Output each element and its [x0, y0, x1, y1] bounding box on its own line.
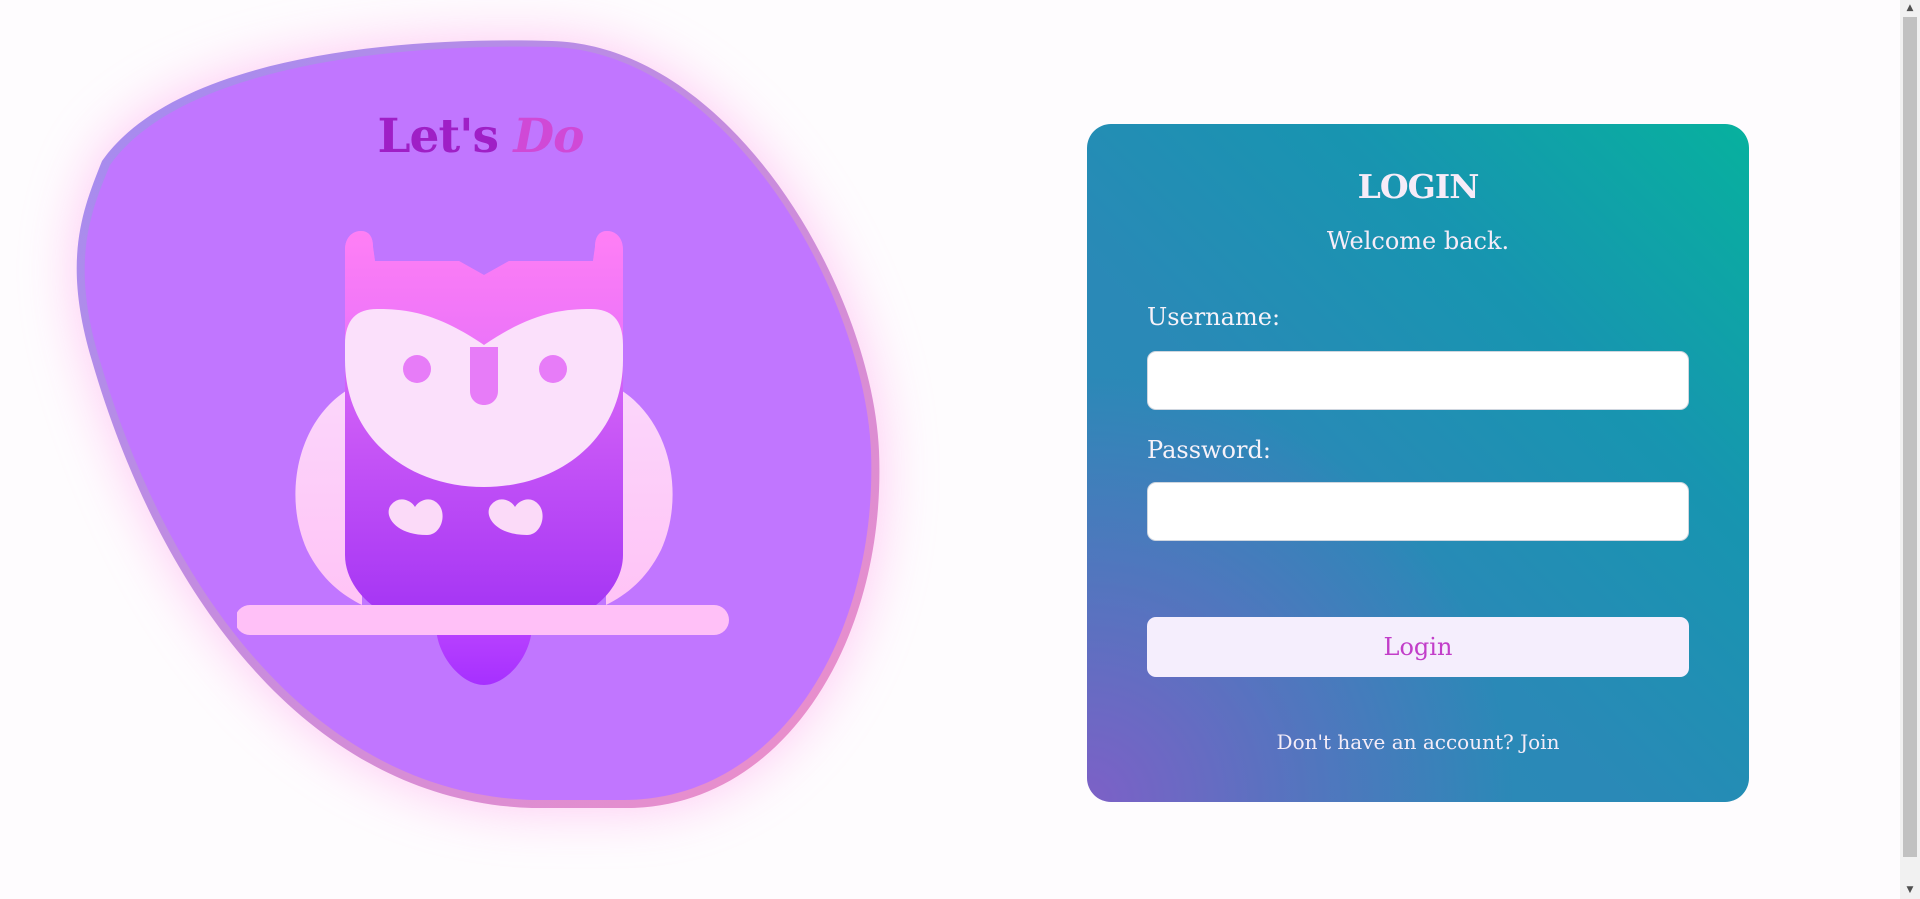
scrollbar-thumb[interactable] — [1903, 17, 1917, 857]
password-label: Password: — [1147, 436, 1271, 464]
join-prompt-line: Don't have an account? Join — [1087, 730, 1749, 754]
login-page: Let's Do LOGIN Welcome back. Username: P… — [0, 0, 1920, 899]
join-prompt-text: Don't have an account? — [1276, 730, 1514, 754]
join-link[interactable]: Join — [1520, 730, 1559, 754]
password-input[interactable] — [1147, 482, 1689, 541]
scroll-down-icon[interactable]: ▼ — [1900, 882, 1920, 899]
brand-panel: Let's Do — [76, 40, 880, 809]
login-card: LOGIN Welcome back. Username: Password: … — [1087, 124, 1749, 802]
username-label: Username: — [1147, 303, 1281, 331]
brand-title-part2: Do — [513, 109, 584, 164]
brand-title-part1: Let's — [377, 109, 500, 164]
page-scrollbar[interactable]: ▲ ▼ — [1900, 0, 1920, 899]
login-title: LOGIN — [1357, 167, 1480, 206]
login-subtitle: Welcome back. — [1326, 227, 1510, 255]
owl-icon — [237, 231, 729, 685]
scroll-up-icon[interactable]: ▲ — [1900, 0, 1920, 17]
login-button[interactable]: Login — [1147, 617, 1689, 677]
brand-title: Let's Do — [82, 109, 879, 164]
username-input[interactable] — [1147, 351, 1689, 410]
